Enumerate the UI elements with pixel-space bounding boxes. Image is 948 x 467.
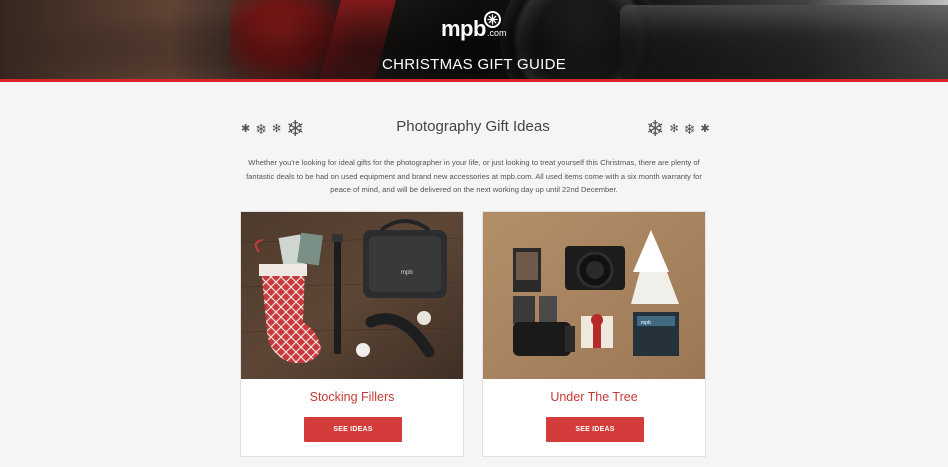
header-banner: mpb .com CHRISTMAS GIFT GUIDE [0, 0, 948, 82]
card-title[interactable]: Stocking Fillers [241, 390, 463, 404]
gift-card-under-the-tree[interactable]: mpb Under The Tree SEE IDEAS [482, 211, 706, 457]
page-title: CHRISTMAS GIFT GUIDE [381, 56, 567, 73]
logo-suffix: .com [486, 28, 507, 38]
card-title[interactable]: Under The Tree [483, 390, 705, 404]
logo-text: mpb [441, 16, 486, 41]
snowflake-group-left: ✱ ❄ ✻ ❄ [241, 118, 305, 140]
snowflake-icon: ✱ [700, 122, 710, 135]
mpb-logo-flower-icon [484, 11, 501, 28]
snowflake-icon: ❄ [683, 121, 696, 137]
see-ideas-button[interactable]: SEE IDEAS [546, 417, 644, 442]
svg-text:mpb: mpb [641, 320, 651, 326]
under-the-tree-photo[interactable]: mpb [483, 212, 705, 379]
snowflake-icon: ❄ [255, 121, 267, 137]
stocking-fillers-photo[interactable]: mpb [241, 212, 463, 379]
gift-card-stocking-fillers[interactable]: mpb Stocking Fillers SEE IDEAS [240, 211, 464, 457]
snowflake-icon: ❄ [286, 116, 305, 141]
snowflake-icon: ✻ [271, 122, 282, 135]
see-ideas-button[interactable]: SEE IDEAS [304, 417, 402, 442]
header-accent-line [0, 79, 948, 82]
snowflake-icon: ❄ [646, 116, 665, 141]
section-title: Photography Gift Ideas [396, 118, 550, 135]
snowflake-group-right: ❄ ✻ ❄ ✱ [646, 118, 710, 140]
site-logo[interactable]: mpb .com [441, 11, 507, 42]
intro-text: Whether you're looking for ideal gifts f… [246, 158, 702, 194]
snowflake-icon: ✱ [241, 122, 251, 135]
snowflake-icon: ✻ [669, 122, 679, 135]
main-content [0, 83, 948, 467]
svg-text:mpb: mpb [401, 270, 413, 276]
